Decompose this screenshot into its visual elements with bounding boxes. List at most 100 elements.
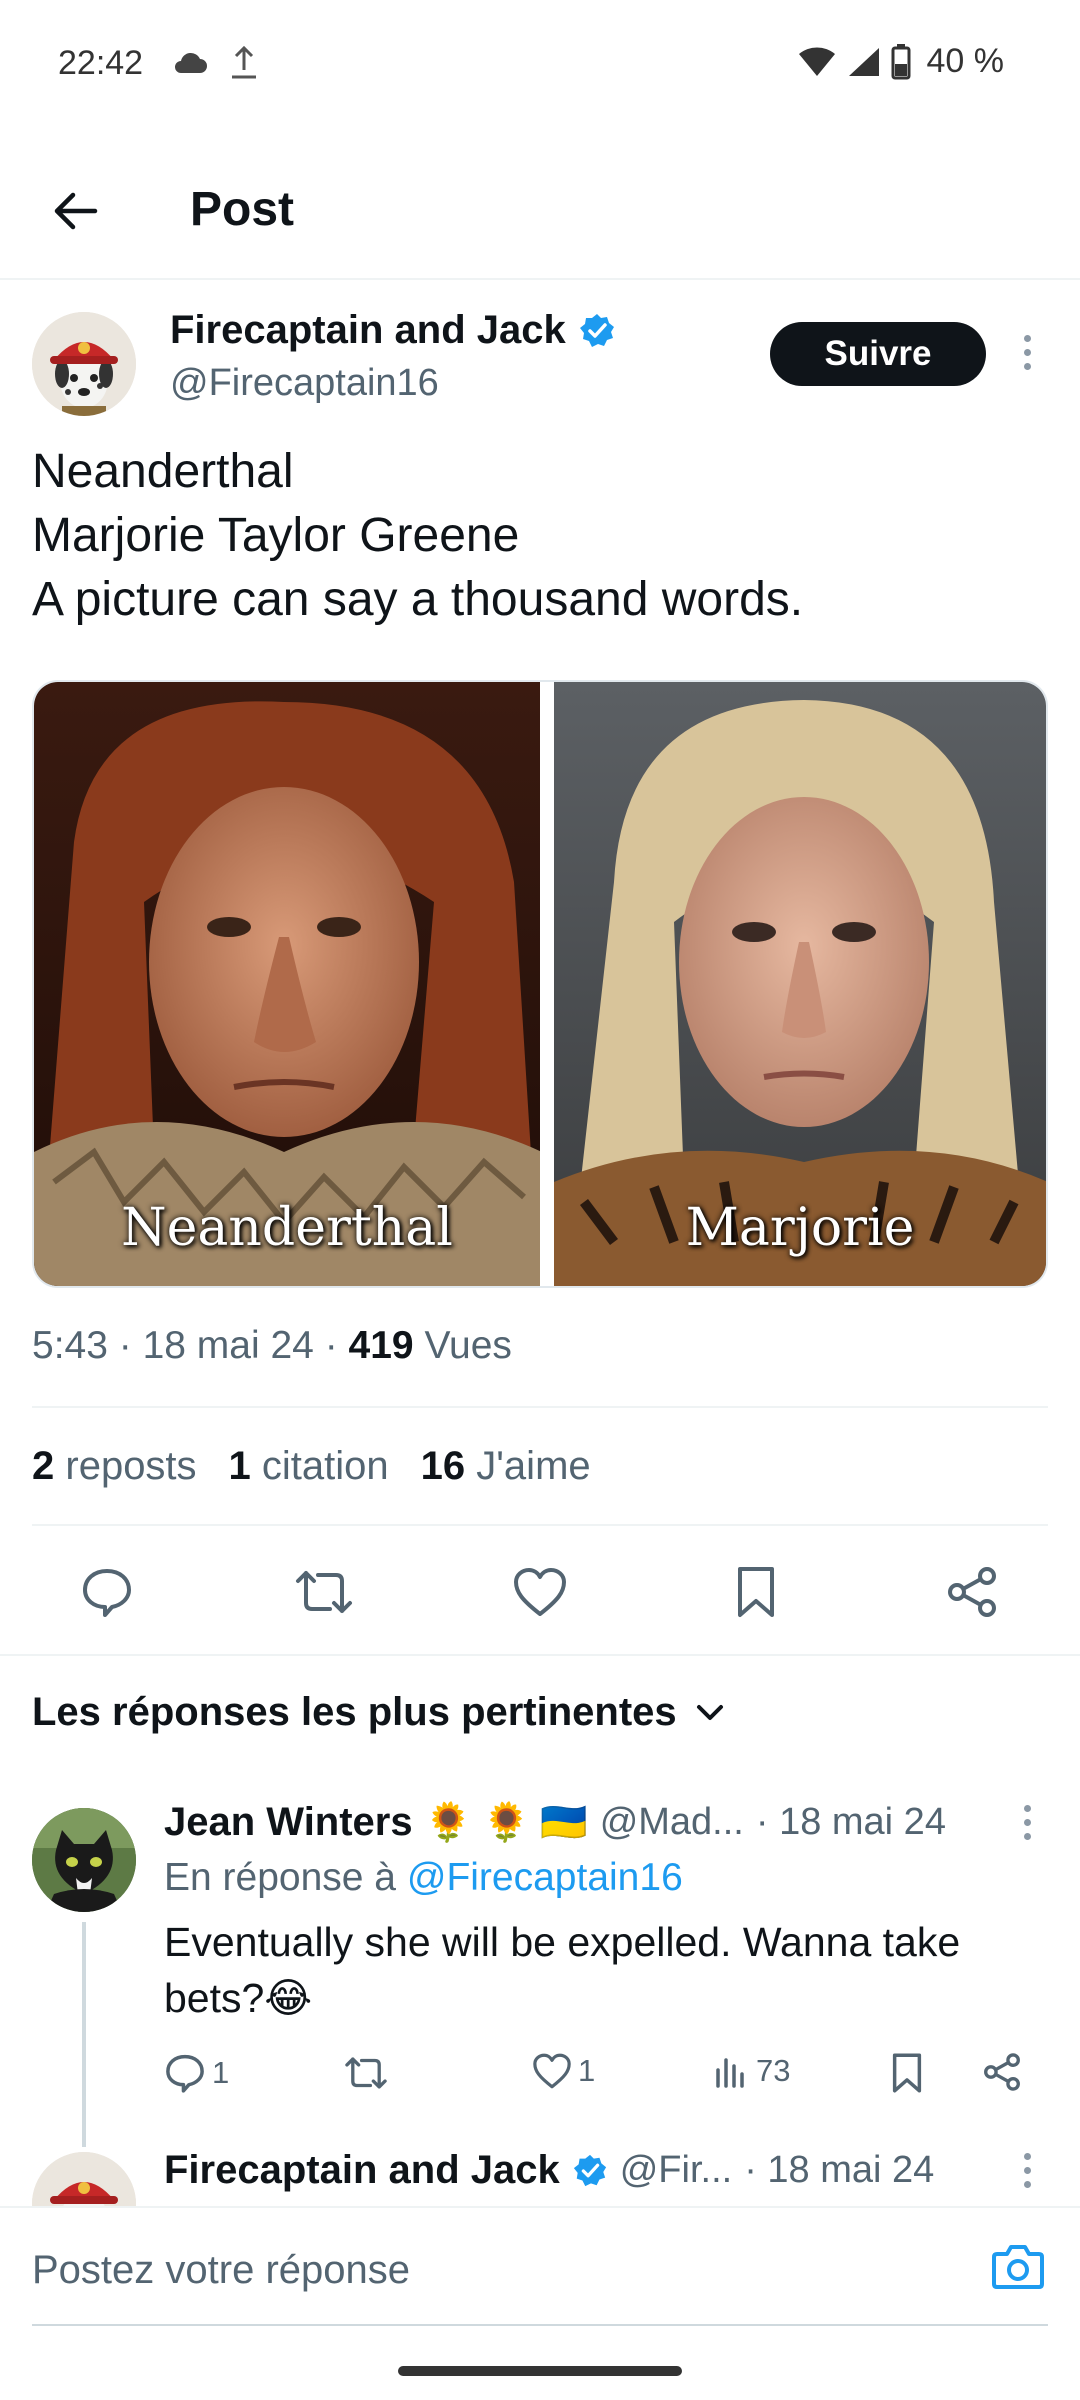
more-options-icon[interactable]: [1012, 322, 1042, 382]
reply2-author-handle[interactable]: @Fir...: [620, 2149, 732, 2192]
neanderthal-portrait-image: [34, 682, 540, 1286]
chevron-down-icon: [696, 1704, 723, 1720]
quotes-label: citation: [261, 1444, 389, 1488]
views-count: 419: [348, 1324, 414, 1367]
like-button[interactable]: [500, 1552, 580, 1632]
author-avatar[interactable]: [32, 312, 136, 416]
author-handle[interactable]: @Firecaptain16: [170, 362, 439, 405]
status-left-icons: [172, 44, 258, 80]
media-left-panel[interactable]: Neanderthal: [34, 682, 540, 1286]
reply2-more-options-icon[interactable]: [1012, 2140, 1042, 2200]
status-time: 22:42: [58, 44, 144, 82]
reply-views-button[interactable]: 73: [712, 2052, 790, 2090]
reply-author-name[interactable]: Jean Winters: [164, 1800, 413, 1845]
reply-actions: 1 1 73: [164, 2052, 1044, 2102]
replies-sort-dropdown[interactable]: Les réponses les plus pertinentes: [32, 1690, 725, 1735]
section-separator: [0, 1654, 1080, 1656]
arrow-left-icon: [54, 192, 98, 230]
reply-input-placeholder: Postez votre réponse: [32, 2248, 410, 2292]
views-chart-icon: [716, 2058, 744, 2088]
reply-repost-button[interactable]: [344, 2052, 388, 2094]
reply-author-emojis: 🌻 🌻 🇺🇦: [424, 1801, 588, 1844]
bookmark-button[interactable]: [716, 1552, 796, 1632]
separator-dot: ·: [118, 1324, 143, 1367]
reply-icon: [166, 2054, 204, 2093]
media-left-caption: Neanderthal: [121, 1198, 453, 1258]
verified-badge-icon: [573, 2154, 606, 2186]
header: Post: [0, 150, 1080, 280]
battery-percent: 40 %: [926, 42, 1005, 80]
repost-icon: [296, 1571, 352, 1613]
divider: [32, 1406, 1048, 1408]
reply2-date: · 18 mai 24: [744, 2149, 935, 2191]
share-icon: [984, 2053, 1020, 2091]
post-text: Neanderthal Marjorie Taylor Greene A pic…: [32, 440, 1042, 632]
quotes-stat[interactable]: 1 citation: [229, 1444, 389, 1489]
reply-avatar[interactable]: [32, 1808, 136, 1912]
reply2-header: Firecaptain and Jack @Fir... · 18 mai 24: [164, 2148, 934, 2193]
likes-label: J'aime: [476, 1444, 591, 1488]
post-stats: 2 reposts 1 citation 16 J'aime: [32, 1444, 591, 1489]
likes-stat[interactable]: 16 J'aime: [421, 1444, 591, 1489]
reply-button[interactable]: [67, 1552, 147, 1632]
reply-more-options-icon[interactable]: [1012, 1792, 1042, 1852]
battery-icon: [891, 43, 910, 79]
bookmark-icon: [892, 2053, 922, 2093]
replies-sort-label: Les réponses les plus pertinentes: [32, 1690, 677, 1734]
like-icon: [533, 2053, 571, 2089]
author-name-row[interactable]: Firecaptain and Jack: [170, 308, 616, 353]
camera-button[interactable]: [988, 2236, 1048, 2296]
reply-like-count: 1: [578, 2053, 596, 2088]
reply-share-button[interactable]: [982, 2052, 1022, 2092]
media-right-panel[interactable]: Marjorie: [540, 682, 1046, 1286]
upload-icon: [232, 45, 256, 79]
reply-text: Eventually she will be expelled. Wanna t…: [164, 1919, 961, 2021]
reply-views-count: 73: [756, 2053, 791, 2088]
reply-bookmark-button[interactable]: [890, 2052, 924, 2094]
verified-badge-icon: [579, 313, 614, 347]
reply-composer: Postez votre réponse: [0, 2206, 1080, 2336]
reply2-author-name[interactable]: Firecaptain and Jack: [164, 2148, 560, 2193]
divider: [32, 1524, 1048, 1526]
reply-in-reply-to: En réponse à @Firecaptain16: [164, 1856, 683, 1900]
dalmatian-firefighter-avatar: [32, 312, 136, 416]
thread-line: [82, 1922, 86, 2147]
reply-reply-button[interactable]: 1: [164, 2052, 229, 2094]
share-button[interactable]: [932, 1552, 1012, 1632]
signal-icon: [848, 47, 879, 76]
post-date: 18 mai 24: [142, 1324, 314, 1367]
post-time: 5:43: [32, 1324, 108, 1367]
author-name[interactable]: Firecaptain and Jack: [170, 308, 566, 353]
status-right: 40 %: [797, 42, 1005, 81]
home-indicator[interactable]: [398, 2366, 682, 2376]
reposts-label: reposts: [65, 1444, 197, 1488]
post-text-line: Marjorie Taylor Greene: [32, 509, 520, 562]
repost-button[interactable]: [284, 1552, 364, 1632]
reply-like-button[interactable]: 1: [532, 2052, 595, 2090]
post-text-line: Neanderthal: [32, 445, 294, 498]
reply-author-handle[interactable]: @Mad...: [600, 1801, 744, 1844]
reply-date: · 18 mai 24: [755, 1801, 946, 1843]
reply-input[interactable]: Postez votre réponse: [32, 2208, 1048, 2326]
reply-icon: [83, 1569, 131, 1617]
in-reply-handle-link[interactable]: @Firecaptain16: [407, 1856, 683, 1899]
follow-button[interactable]: Suivre: [770, 322, 986, 386]
status-bar: 22:42 40 %: [0, 0, 1080, 130]
separator-dot: ·: [324, 1324, 349, 1367]
repost-icon: [345, 2057, 387, 2089]
views-label: Vues: [424, 1324, 512, 1367]
reply-header: Jean Winters 🌻 🌻 🇺🇦 @Mad... · 18 mai 24: [164, 1800, 1004, 1845]
bookmark-icon: [738, 1567, 774, 1617]
post-text-line: A picture can say a thousand words.: [32, 573, 804, 626]
share-icon: [948, 1567, 996, 1617]
page-title: Post: [190, 183, 295, 236]
reposts-stat[interactable]: 2 reposts: [32, 1444, 197, 1489]
reposts-count: 2: [32, 1444, 55, 1488]
wifi-icon: [798, 46, 835, 76]
in-reply-prefix: En réponse à: [164, 1856, 397, 1899]
likes-count: 16: [420, 1444, 466, 1488]
camera-icon: [992, 2245, 1044, 2289]
back-button[interactable]: [40, 176, 110, 246]
post-media[interactable]: Neanderthal Marjorie: [32, 680, 1048, 1288]
media-right-caption: Marjorie: [685, 1198, 915, 1258]
